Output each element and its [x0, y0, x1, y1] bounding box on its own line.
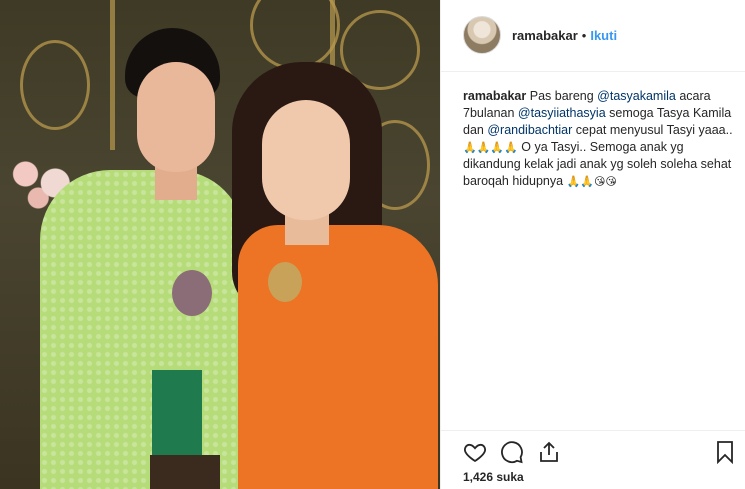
username-link[interactable]: ramabakar: [512, 28, 578, 43]
separator-dot: •: [581, 28, 587, 43]
post-caption: ramabakar Pas bareng @tasyakamila acara …: [463, 88, 738, 190]
bookmark-icon[interactable]: [713, 440, 737, 464]
background-bar: [110, 0, 115, 150]
mention-link[interactable]: @randibachtiar: [487, 123, 572, 137]
woman-left-skirt: [150, 455, 220, 489]
woman-right-kebaya: [238, 225, 438, 489]
post-side-panel: ramabakar • Ikuti ramabakar Pas bareng @ta…: [440, 0, 745, 489]
caption-text: cepat menyusul Tasyi yaaa..: [572, 123, 733, 137]
mention-link[interactable]: @tasyiiathasyia: [518, 106, 606, 120]
post-header: ramabakar • Ikuti: [441, 0, 745, 72]
follow-button[interactable]: Ikuti: [590, 28, 617, 43]
heart-icon[interactable]: [463, 440, 487, 464]
background-ornament: [250, 0, 340, 70]
emoji-group: 🙏🙏😘😘: [566, 175, 617, 188]
woman-right-face: [262, 100, 350, 220]
woman-right-brooch: [268, 262, 302, 302]
woman-left-inner: [152, 370, 202, 460]
mention-link[interactable]: @tasyakamila: [597, 89, 676, 103]
post-photo[interactable]: [0, 0, 440, 489]
woman-left-kebaya: [40, 170, 245, 489]
woman-left-brooch: [172, 270, 212, 316]
likes-count[interactable]: 1,426 suka: [463, 470, 524, 484]
woman-left-face: [137, 62, 215, 172]
action-bar: [441, 430, 745, 466]
header-line: ramabakar • Ikuti: [512, 28, 617, 44]
comment-icon[interactable]: [500, 440, 524, 464]
share-icon[interactable]: [537, 440, 561, 464]
caption-username[interactable]: ramabakar: [463, 89, 526, 103]
prayer-emoji: 🙏🙏🙏🙏: [463, 141, 518, 154]
background-ornament: [20, 40, 90, 130]
caption-text: Pas bareng: [529, 89, 598, 103]
avatar[interactable]: [463, 16, 501, 54]
